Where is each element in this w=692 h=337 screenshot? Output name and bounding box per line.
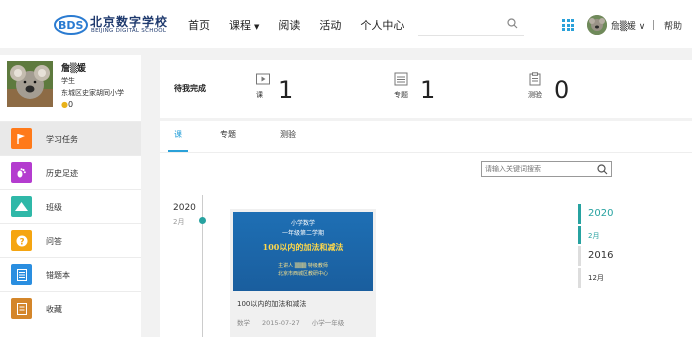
- thumbnail-teacher: 主讲人 ▒▒▒ 特级教师: [278, 263, 328, 269]
- sidebar-item-label: 学习任务: [46, 135, 78, 144]
- sidebar-item-learning-tasks[interactable]: 学习任务: [0, 121, 141, 155]
- pending-title: 待我完成: [174, 84, 206, 93]
- logo[interactable]: BDS 北京数字学校 BEIJING DIGITAL SCHOOL: [54, 11, 167, 37]
- lesson-date: 2015-07-27: [262, 319, 300, 327]
- list-icon: [11, 264, 32, 285]
- user-menu[interactable]: 詹▒媛 ∨: [611, 19, 645, 32]
- top-search-field[interactable]: [418, 14, 524, 36]
- sidebar-item-favorites[interactable]: 收藏: [0, 291, 141, 325]
- caret-down-icon: ▼: [254, 23, 260, 31]
- profile-avatar: [7, 61, 53, 107]
- lesson-title[interactable]: 100以内的加法和减法: [237, 299, 306, 309]
- pending-summary: 待我完成 课 1 专题 1 测验 0: [160, 60, 692, 118]
- stat-label: 专题: [394, 91, 408, 99]
- nav-courses[interactable]: 课程 ▼: [229, 17, 259, 33]
- search-input[interactable]: [485, 163, 593, 175]
- sidebar-item-class[interactable]: 班级: [0, 189, 141, 223]
- timeline-nav-label: 2月: [588, 232, 600, 240]
- thumbnail-org: 北京市西城区教研中心: [277, 271, 328, 277]
- thumbnail-subject: 小学数学: [290, 220, 315, 227]
- task-content: 课 专题 测验 2020 2月 小学数学 一年级第二学期 100以内的加法和减法…: [160, 121, 692, 337]
- svg-text:?: ?: [19, 237, 24, 247]
- logo-mark-icon: BDS: [54, 15, 88, 35]
- divider: [653, 20, 654, 30]
- timeline-nav-marker: [578, 204, 581, 224]
- tabs-divider: [160, 152, 692, 153]
- footprint-icon: [11, 162, 32, 183]
- timeline-nav-label: 12月: [588, 274, 604, 282]
- svg-text:BDS: BDS: [58, 19, 84, 32]
- timeline-nav-marker: [578, 226, 581, 244]
- timeline-dot: [199, 217, 206, 224]
- stat-value: 0: [554, 76, 570, 104]
- thumbnail-title: 100以内的加法和减法: [262, 242, 344, 252]
- profile-school: 东城区史家胡同小学: [61, 89, 124, 97]
- profile-name: 詹▒媛: [61, 64, 86, 74]
- nav-reading[interactable]: 阅读: [278, 17, 300, 33]
- nav-courses-label: 课程: [229, 19, 251, 32]
- sidebar-item-qa[interactable]: ? 问答: [0, 223, 141, 257]
- tab-lessons[interactable]: 课: [168, 129, 188, 152]
- help-link[interactable]: 帮助: [664, 19, 682, 32]
- lesson-grade: 小学一年级: [311, 319, 345, 327]
- profile-coins: ●0: [61, 100, 73, 109]
- task-tabs: 课 专题 测验: [168, 129, 340, 152]
- clipboard-icon: [529, 72, 541, 86]
- lesson-card[interactable]: 小学数学 一年级第二学期 100以内的加法和减法 主讲人 ▒▒▒ 特级教师 北京…: [230, 209, 376, 337]
- sidebar-item-history[interactable]: 历史足迹: [0, 155, 141, 189]
- topic-list-icon: [394, 72, 408, 86]
- profile-card: 詹▒媛 学生 东城区史家胡同小学 ●0: [0, 55, 141, 121]
- search-icon[interactable]: [507, 18, 518, 29]
- nav-personal-center[interactable]: 个人中心: [360, 17, 404, 33]
- tab-quizzes[interactable]: 测验: [280, 129, 296, 152]
- timeline-nav-marker: [578, 268, 581, 288]
- timeline-month: 2月: [173, 218, 185, 226]
- stat-label: 课: [256, 91, 263, 99]
- stat-value: 1: [278, 76, 294, 104]
- apps-grid-icon[interactable]: [562, 19, 574, 31]
- timeline-nav-label: 2020: [588, 208, 614, 219]
- timeline-year: 2020: [173, 203, 196, 213]
- play-icon: [256, 73, 270, 85]
- profile-role: 学生: [61, 77, 75, 85]
- sidebar-item-label: 收藏: [46, 305, 62, 314]
- sidebar: 詹▒媛 学生 东城区史家胡同小学 ●0 学习任务 历史足迹 班级 ? 问答 错题…: [0, 55, 141, 337]
- nav-home[interactable]: 首页: [188, 17, 210, 33]
- coin-count: 0: [67, 100, 74, 109]
- nav-activities[interactable]: 活动: [319, 17, 341, 33]
- stat-value: 1: [420, 76, 436, 104]
- timeline-nav-label: 2016: [588, 250, 614, 261]
- sidebar-item-wrong-questions[interactable]: 错题本: [0, 257, 141, 291]
- chevron-down-icon: ∨: [638, 22, 646, 32]
- main-nav: 首页 课程 ▼ 阅读 活动 个人中心: [188, 17, 423, 33]
- flag-icon: [11, 128, 32, 149]
- lesson-meta: 数学 2015-07-27 小学一年级: [237, 317, 356, 327]
- user-name: 詹▒媛: [611, 22, 636, 32]
- sidebar-item-label: 错题本: [46, 271, 70, 280]
- sidebar-item-label: 历史足迹: [46, 169, 78, 178]
- timeline-nav-marker: [578, 246, 581, 266]
- sidebar-item-label: 班级: [46, 203, 62, 212]
- keyword-search[interactable]: [481, 161, 612, 177]
- lesson-thumbnail[interactable]: 小学数学 一年级第二学期 100以内的加法和减法 主讲人 ▒▒▒ 特级教师 北京…: [233, 212, 373, 291]
- user-avatar[interactable]: [587, 15, 607, 35]
- thumbnail-grade: 一年级第二学期: [281, 230, 324, 237]
- mountain-icon: [11, 196, 32, 217]
- lesson-subject: 数学: [237, 319, 250, 327]
- tab-topics[interactable]: 专题: [220, 129, 236, 152]
- logo-english-name: BEIJING DIGITAL SCHOOL: [91, 28, 167, 34]
- search-icon[interactable]: [597, 164, 608, 175]
- coin-icon: ●: [61, 100, 68, 109]
- stat-label: 测验: [528, 91, 542, 99]
- sidebar-item-label: 问答: [46, 237, 62, 246]
- question-icon: ?: [11, 230, 32, 251]
- bookmark-icon: [11, 298, 32, 319]
- top-bar: BDS 北京数字学校 BEIJING DIGITAL SCHOOL 首页 课程 ▼…: [0, 0, 692, 48]
